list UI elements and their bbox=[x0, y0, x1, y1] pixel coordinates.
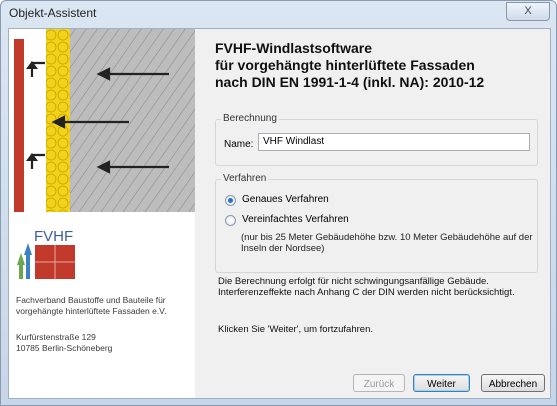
verfahren-legend: Verfahren bbox=[221, 173, 269, 184]
organization-name: Fachverband Baustoffe und Bauteile für v… bbox=[16, 295, 167, 316]
fvhf-logo: FVHF bbox=[17, 228, 75, 279]
verfahren-note: (nur bis 25 Meter Gebäudehöhe bzw. 10 Me… bbox=[241, 232, 533, 254]
facade-illustration bbox=[9, 29, 195, 212]
radio-vereinfachtes-verfahren[interactable]: Vereinfachtes Verfahren bbox=[225, 214, 349, 226]
next-button[interactable]: Weiter bbox=[413, 374, 470, 392]
wall-layer bbox=[70, 29, 195, 212]
radio-selected-icon[interactable] bbox=[225, 195, 236, 206]
name-label: Name: bbox=[224, 139, 254, 150]
verfahren-group: Verfahren Genaues Verfahren Vereinfachte… bbox=[215, 173, 538, 273]
left-panel: FVHF Fachverband Baustoffe und Bauteile … bbox=[9, 29, 195, 398]
title-bar: Objekt-Assistent X bbox=[1, 1, 556, 26]
wizard-content: FVHF Fachverband Baustoffe und Bauteile … bbox=[8, 28, 551, 399]
page-title: FVHF-Windlastsoftware für vorgehängte hi… bbox=[215, 40, 485, 90]
organization-address: Kurfürstenstraße 129 10785 Berlin-Schöne… bbox=[16, 332, 113, 353]
berechnung-legend: Berechnung bbox=[221, 113, 279, 124]
window-title: Objekt-Assistent bbox=[9, 6, 97, 20]
name-input[interactable] bbox=[258, 133, 530, 151]
logo-wordmark: FVHF bbox=[34, 228, 73, 245]
back-button[interactable]: Zurück bbox=[353, 374, 405, 392]
cancel-button[interactable]: Abbrechen bbox=[481, 374, 545, 392]
berechnung-group: Berechnung Name: bbox=[215, 113, 538, 166]
radio-genaues-verfahren[interactable]: Genaues Verfahren bbox=[225, 194, 329, 206]
info-text: Die Berechnung erfolgt für nicht schwing… bbox=[218, 276, 515, 298]
close-icon: X bbox=[524, 5, 532, 17]
close-button[interactable]: X bbox=[506, 2, 550, 21]
cladding-panel bbox=[14, 39, 24, 212]
radio-unselected-icon[interactable] bbox=[225, 215, 236, 226]
hint-text: Klicken Sie 'Weiter', um fortzufahren. bbox=[218, 324, 373, 335]
wizard-window: Objekt-Assistent X FVHF Fachverband Baus… bbox=[0, 0, 557, 406]
